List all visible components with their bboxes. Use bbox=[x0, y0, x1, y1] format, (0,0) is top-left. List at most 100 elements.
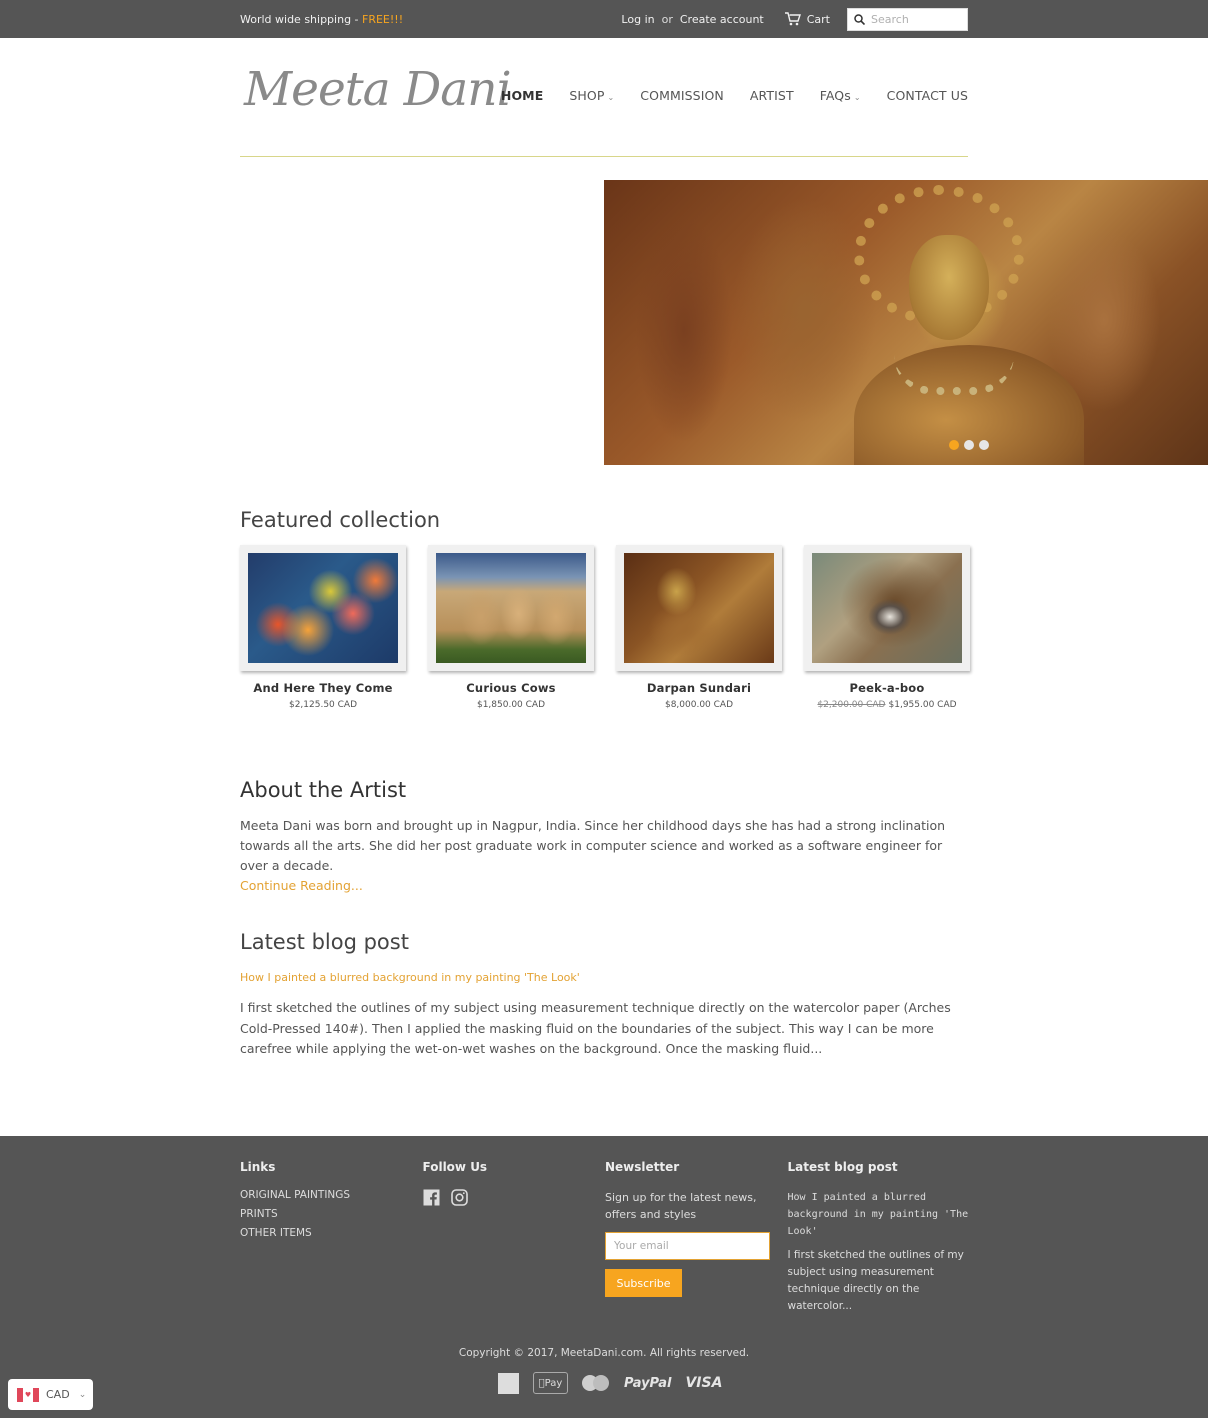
blog-post-link[interactable]: How I painted a blurred background in my… bbox=[240, 971, 970, 984]
product-thumbnail bbox=[624, 553, 774, 663]
hero-image-face bbox=[909, 235, 989, 340]
footer-links-column: Links ORIGINAL PAINTINGS PRINTS OTHER IT… bbox=[240, 1160, 423, 1315]
newsletter-title: Newsletter bbox=[605, 1160, 680, 1174]
footer-link-other-items[interactable]: OTHER ITEMS bbox=[240, 1227, 423, 1239]
featured-collection: Featured collection And Here They Come $… bbox=[240, 508, 970, 710]
chevron-down-icon: ⌄ bbox=[607, 93, 615, 102]
product-card[interactable]: And Here They Come $2,125.50 CAD bbox=[240, 545, 406, 710]
price-value: $1,850.00 CAD bbox=[476, 700, 546, 710]
shipping-text: World wide shipping - bbox=[240, 12, 363, 26]
nav-shop-label: SHOP bbox=[569, 88, 605, 103]
about-body: Meeta Dani was born and brought up in Na… bbox=[240, 818, 946, 873]
search-icon[interactable] bbox=[854, 13, 865, 25]
paypal-icon: PayPal bbox=[624, 1375, 672, 1391]
mastercard-icon bbox=[582, 1374, 610, 1392]
product-price: $8,000.00 CAD bbox=[616, 700, 782, 710]
product-name[interactable]: Curious Cows bbox=[428, 681, 594, 695]
chevron-down-icon: ⌄ bbox=[853, 93, 861, 102]
visa-icon: VISA bbox=[685, 1375, 723, 1391]
footer-links-title: Links bbox=[240, 1160, 276, 1174]
chevron-down-icon: ⌄ bbox=[78, 1389, 87, 1400]
product-grid: And Here They Come $2,125.50 CAD Curious… bbox=[240, 545, 970, 710]
product-name[interactable]: And Here They Come bbox=[240, 681, 406, 695]
product-price: $2,125.50 CAD bbox=[240, 700, 406, 710]
site-footer: Links ORIGINAL PAINTINGS PRINTS OTHER IT… bbox=[0, 1136, 1208, 1418]
cart-link[interactable]: Cart bbox=[784, 12, 830, 26]
product-image[interactable] bbox=[428, 545, 594, 671]
slideshow-dots bbox=[949, 440, 989, 450]
footer-blog-title: Latest blog post bbox=[787, 1160, 898, 1174]
slide-dot-3[interactable] bbox=[979, 440, 989, 450]
blog-excerpt: I first sketched the outlines of my subj… bbox=[240, 1000, 951, 1056]
product-name[interactable]: Peek-a-boo bbox=[804, 681, 970, 695]
nav-contact-us[interactable]: CONTACT US bbox=[887, 88, 968, 103]
footer-link-prints[interactable]: PRINTS bbox=[240, 1208, 423, 1220]
hero-slideshow[interactable] bbox=[604, 180, 1208, 465]
instagram-icon[interactable] bbox=[450, 1189, 468, 1206]
latest-blog-section: Latest blog post How I painted a blurred… bbox=[240, 930, 970, 1060]
sale-price: $1,955.00 CAD bbox=[888, 700, 957, 710]
product-thumbnail bbox=[436, 553, 586, 663]
price-value: $2,125.50 CAD bbox=[288, 700, 358, 710]
subscribe-button[interactable]: Subscribe bbox=[605, 1269, 682, 1297]
product-card[interactable]: Curious Cows $1,850.00 CAD bbox=[428, 545, 594, 710]
footer-blog-column: Latest blog post How I painted a blurred… bbox=[788, 1160, 971, 1315]
product-name[interactable]: Darpan Sundari bbox=[616, 681, 782, 695]
product-image[interactable] bbox=[616, 545, 782, 671]
shipping-banner: World wide shipping - FREE!!! bbox=[240, 13, 403, 26]
footer-blog-excerpt: I first sketched the outlines of my subj… bbox=[787, 1249, 964, 1312]
footer-follow-column: Follow Us bbox=[423, 1160, 606, 1315]
product-thumbnail bbox=[812, 553, 962, 663]
product-card[interactable]: Darpan Sundari $8,000.00 CAD bbox=[616, 545, 782, 710]
newsletter-text: Sign up for the latest news, offers and … bbox=[605, 1191, 757, 1221]
apple-pay-icon: Pay bbox=[533, 1372, 568, 1394]
site-header: Meeta Dani HOME SHOP ⌄ COMMISSION ARTIST … bbox=[240, 38, 968, 157]
facebook-icon[interactable] bbox=[423, 1189, 440, 1206]
copyright-text: Copyright © 2017, MeetaDani.com. All rig… bbox=[458, 1347, 750, 1359]
search-input[interactable] bbox=[871, 12, 963, 26]
shipping-free-highlight: FREE!!! bbox=[362, 12, 404, 26]
about-artist-section: About the Artist Meeta Dani was born and… bbox=[240, 778, 970, 896]
nav-home[interactable]: HOME bbox=[501, 88, 543, 103]
product-price: $2,200.00 CAD $1,955.00 CAD bbox=[804, 700, 970, 710]
apple-pay-label: Pay bbox=[539, 1377, 563, 1389]
slide-dot-1[interactable] bbox=[949, 440, 959, 450]
product-thumbnail bbox=[248, 553, 398, 663]
about-text: Meeta Dani was born and brought up in Na… bbox=[240, 816, 970, 896]
nav-shop[interactable]: SHOP ⌄ bbox=[569, 88, 614, 103]
search-box[interactable] bbox=[847, 7, 968, 31]
nav-faqs[interactable]: FAQs ⌄ bbox=[820, 88, 861, 103]
main-nav: HOME SHOP ⌄ COMMISSION ARTIST FAQs ⌄ CONTA… bbox=[475, 88, 968, 103]
slide-dot-2[interactable] bbox=[964, 440, 974, 450]
product-price: $1,850.00 CAD bbox=[428, 700, 594, 710]
newsletter-email-input[interactable] bbox=[605, 1232, 770, 1260]
canada-flag-icon: ♥ bbox=[17, 1387, 39, 1402]
blog-section-title: Latest blog post bbox=[240, 930, 409, 954]
nav-artist[interactable]: ARTIST bbox=[750, 88, 794, 103]
currency-code: CAD bbox=[46, 1388, 70, 1401]
product-image[interactable] bbox=[804, 545, 970, 671]
product-image[interactable] bbox=[240, 545, 406, 671]
footer-newsletter-column: Newsletter Sign up for the latest news, … bbox=[605, 1160, 788, 1315]
footer-follow-title: Follow Us bbox=[422, 1160, 488, 1174]
create-account-link[interactable]: Create account bbox=[680, 13, 764, 26]
compare-at-price: $2,200.00 CAD bbox=[817, 700, 886, 710]
american-express-icon bbox=[498, 1372, 519, 1394]
nav-faqs-label: FAQs bbox=[819, 88, 851, 103]
about-title: About the Artist bbox=[240, 778, 407, 802]
site-logo[interactable]: Meeta Dani bbox=[244, 62, 512, 117]
or-separator: or bbox=[661, 12, 673, 26]
cart-label: Cart bbox=[806, 12, 830, 26]
continue-reading-link[interactable]: Continue Reading... bbox=[240, 878, 363, 893]
price-value: $8,000.00 CAD bbox=[664, 700, 734, 710]
featured-title: Featured collection bbox=[240, 508, 441, 532]
login-link[interactable]: Log in bbox=[621, 13, 654, 26]
cart-icon bbox=[784, 12, 801, 26]
top-bar: World wide shipping - FREE!!! Log in or … bbox=[0, 0, 1208, 38]
currency-selector[interactable]: ♥ CAD ⌄ bbox=[8, 1379, 93, 1410]
nav-commission[interactable]: COMMISSION bbox=[640, 88, 724, 103]
footer-link-original-paintings[interactable]: ORIGINAL PAINTINGS bbox=[240, 1189, 423, 1201]
product-card[interactable]: Peek-a-boo $2,200.00 CAD $1,955.00 CAD bbox=[804, 545, 970, 710]
footer-blog-post-link[interactable]: How I painted a blurred background in my… bbox=[788, 1189, 971, 1240]
payment-icons: Pay PayPal VISA bbox=[498, 1372, 722, 1394]
